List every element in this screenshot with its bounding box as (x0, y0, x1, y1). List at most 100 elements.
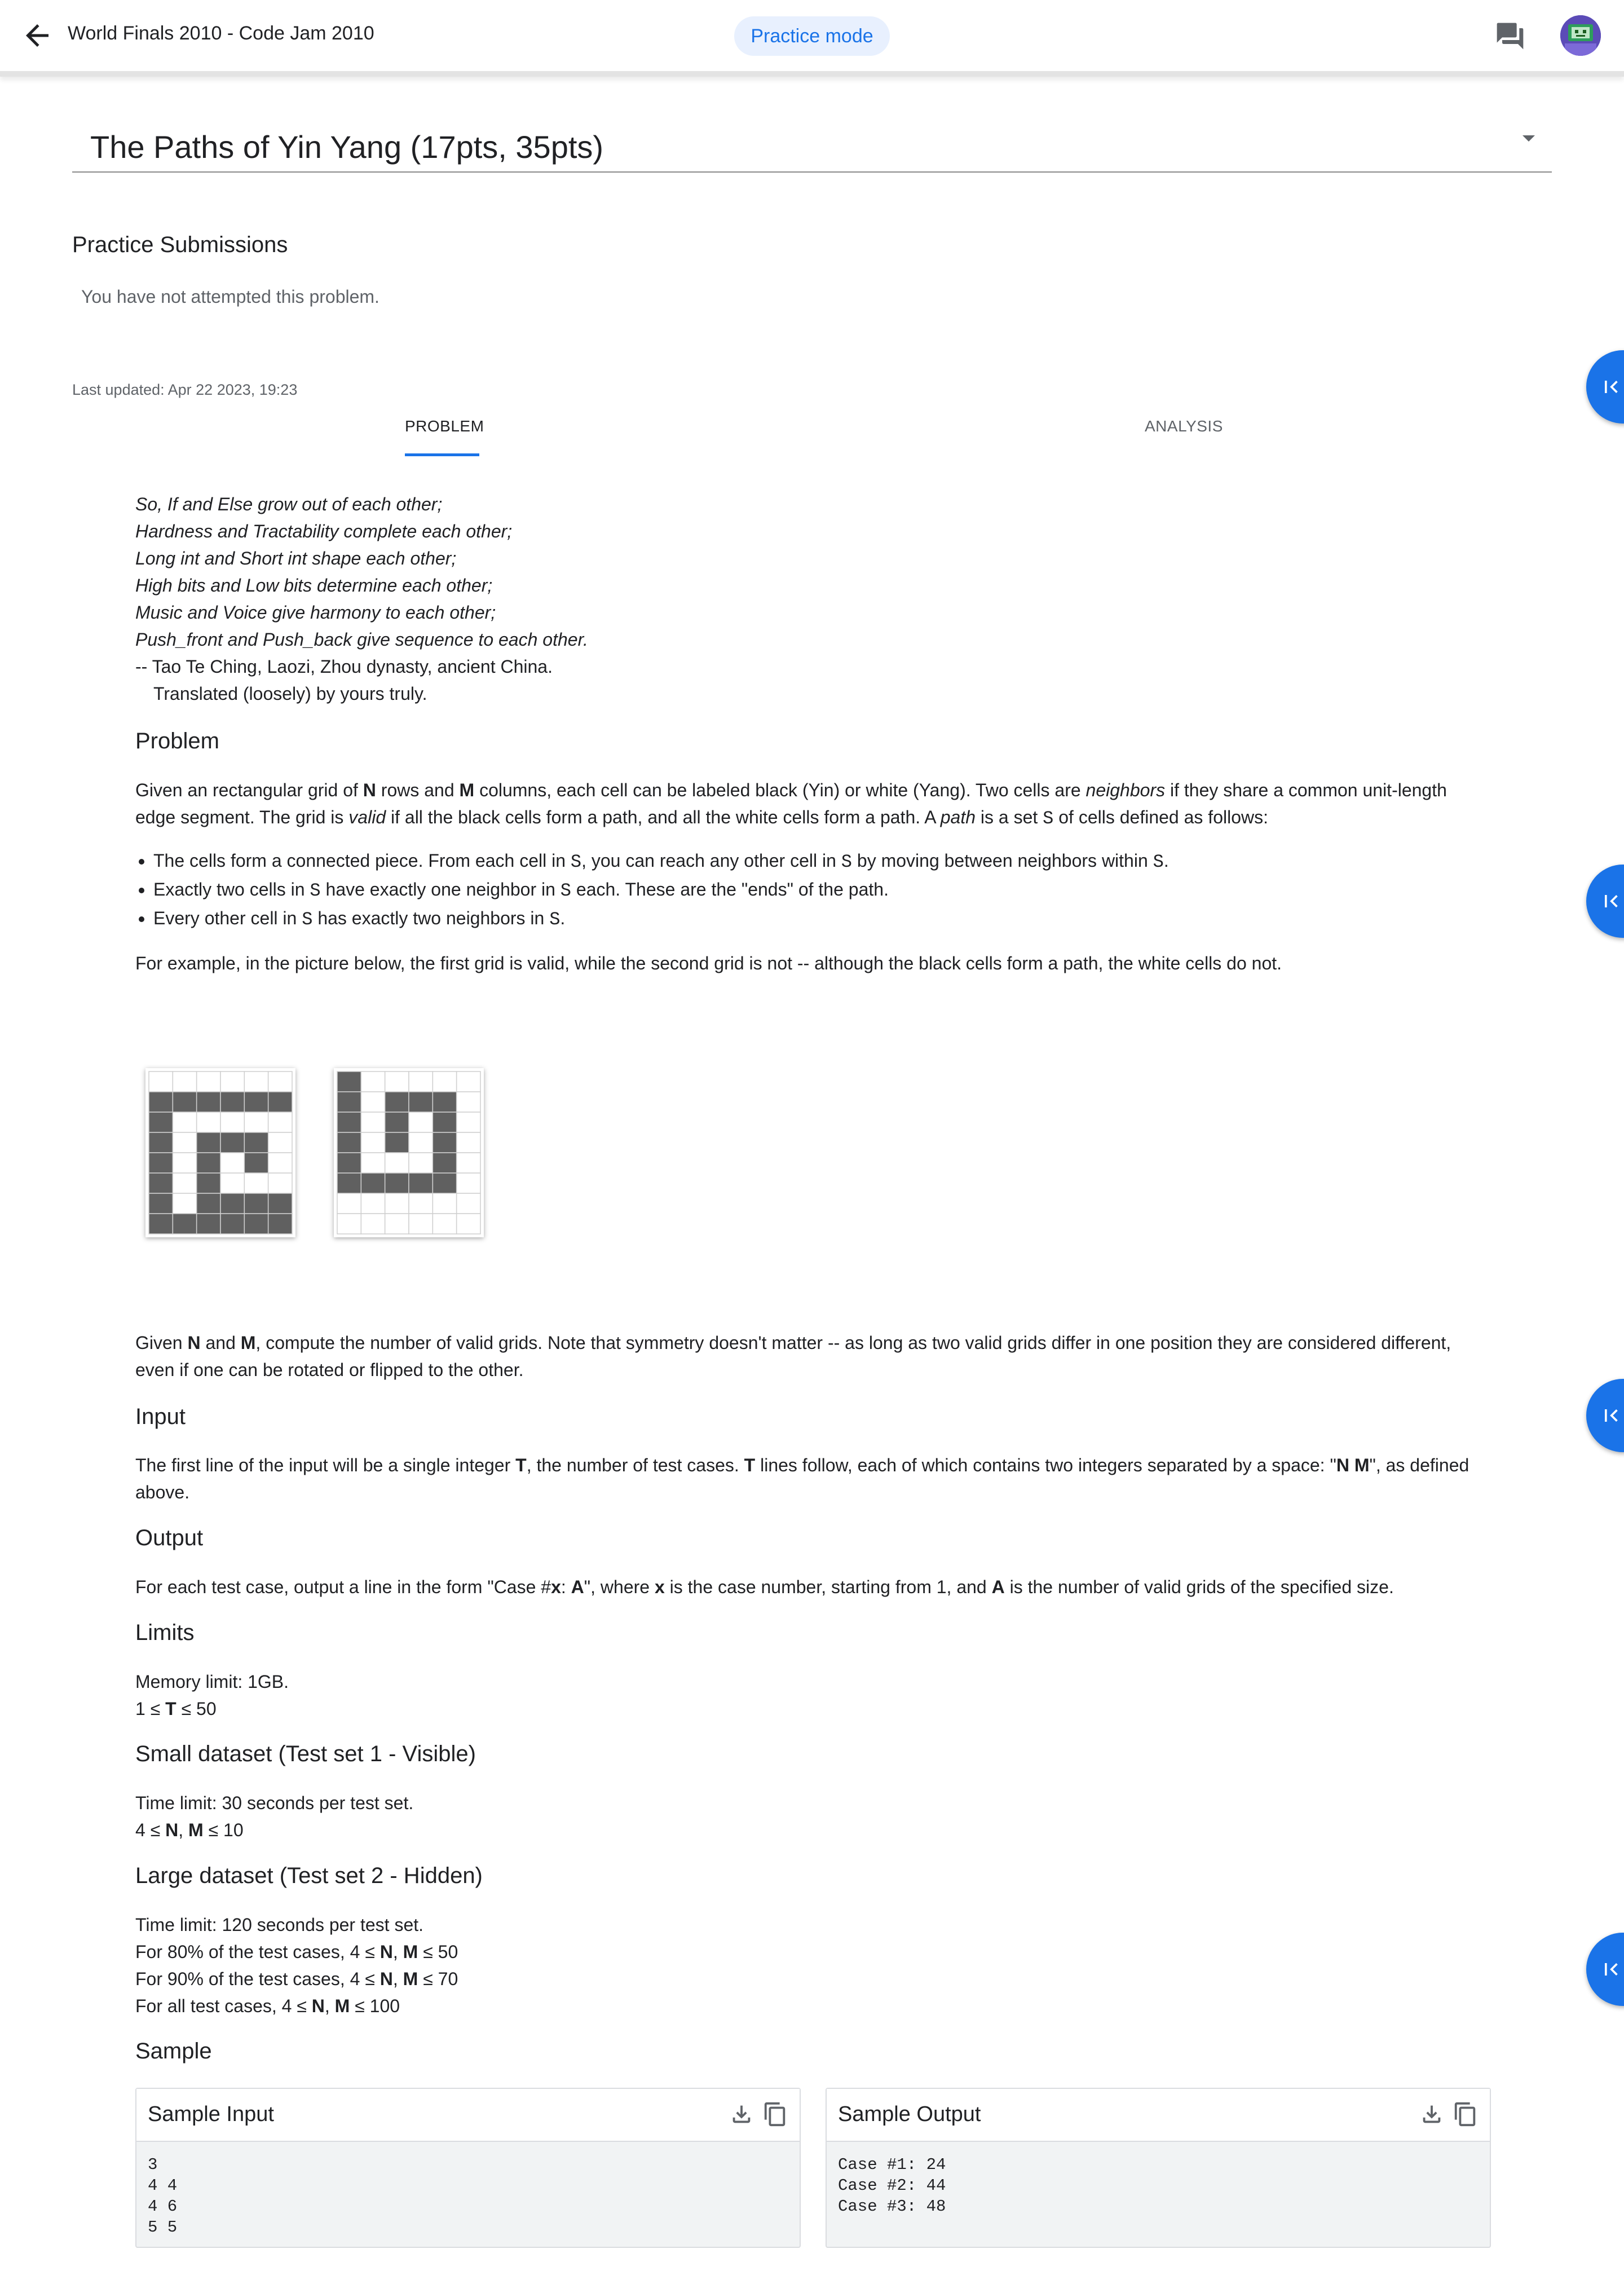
collapse-panel-button-1[interactable] (1586, 350, 1624, 424)
grid-cell-black (432, 1132, 457, 1153)
sample-input-actions (723, 2101, 788, 2130)
grid-cell-black (196, 1152, 221, 1174)
grid-cell-white (337, 1213, 362, 1234)
dropdown-caret-icon (1522, 135, 1535, 142)
chat-button[interactable] (1494, 20, 1526, 52)
active-tab-indicator (405, 453, 479, 456)
back-button[interactable] (20, 19, 54, 52)
copy-icon[interactable] (1453, 2101, 1479, 2127)
grid-cell-white (408, 1213, 434, 1234)
grid-cell-black (384, 1091, 409, 1113)
submissions-status: You have not attempted this problem. (81, 286, 379, 307)
epigraph-line: Long int and Short int shape each other; (135, 548, 457, 568)
grid-cell-black (220, 1193, 245, 1214)
sample-input-content[interactable]: 3 4 4 4 6 5 5 (148, 2154, 177, 2238)
practice-submissions-heading: Practice Submissions (72, 232, 288, 257)
list-item: The cells form a connected piece. From e… (153, 847, 1169, 876)
collapse-panel-button-2[interactable] (1586, 865, 1624, 938)
problem-select-value: The Paths of Yin Yang (17pts, 35pts) (90, 129, 604, 165)
grid-cell-black (196, 1213, 221, 1234)
output-heading: Output (135, 1525, 204, 1550)
grid-cell-black (360, 1172, 386, 1194)
grid-cell-white (172, 1172, 197, 1194)
grid-cell-white (384, 1152, 409, 1174)
grid-cell-white (384, 1071, 409, 1092)
epigraph: So, If and Else grow out of each other; … (135, 491, 588, 707)
grid-cell-black (432, 1172, 457, 1194)
grid-cell-black (172, 1091, 197, 1113)
sample-output-title: Sample Output (838, 2102, 981, 2126)
grid-cell-white (172, 1071, 197, 1092)
grid-cell-black (196, 1193, 221, 1214)
grid-cell-black (244, 1152, 269, 1174)
copy-icon[interactable] (762, 2101, 788, 2127)
input-text: The first line of the input will be a si… (135, 1455, 1469, 1502)
epigraph-attribution: -- Tao Te Ching, Laozi, Zhou dynasty, an… (135, 656, 553, 677)
practice-mode-chip[interactable]: Practice mode (734, 16, 890, 56)
sample-output-content[interactable]: Case #1: 24 Case #2: 44 Case #3: 48 (838, 2154, 946, 2217)
invalid-grid-figure (334, 1068, 484, 1237)
grid-cell-black (432, 1112, 457, 1133)
user-avatar[interactable] (1560, 15, 1601, 56)
grid-cell-black (148, 1112, 174, 1133)
grid-cell-black (148, 1152, 174, 1174)
grid-cell-white (456, 1172, 481, 1194)
grid-cell-white (267, 1152, 293, 1174)
collapse-panel-button-3[interactable] (1586, 1379, 1624, 1452)
grid-cell-white (360, 1193, 386, 1214)
grid-cell-black (432, 1152, 457, 1174)
grid-cell-black (267, 1091, 293, 1113)
tab-analysis[interactable]: ANALYSIS (1145, 417, 1223, 435)
grid-cell-black (148, 1172, 174, 1194)
download-icon[interactable] (729, 2101, 754, 2127)
grid-cell-black (267, 1193, 293, 1214)
small-dataset-text: Time limit: 30 seconds per test set. 4 ≤… (135, 1793, 414, 1840)
input-heading: Input (135, 1404, 186, 1429)
grid-cell-white (220, 1112, 245, 1133)
grid-cell-black (148, 1193, 174, 1214)
grid-cell-white (196, 1112, 221, 1133)
grid-cell-black (337, 1132, 362, 1153)
grid-cell-black (196, 1091, 221, 1113)
grid-cell-black (172, 1213, 197, 1234)
epigraph-translation: Translated (loosely) by yours truly. (153, 684, 427, 704)
download-icon[interactable] (1419, 2101, 1445, 2127)
tab-problem[interactable]: PROBLEM (405, 417, 484, 435)
sample-output-panel: Sample Output Case #1: 24 Case #2: 44 Ca… (826, 2088, 1491, 2248)
limits-heading: Limits (135, 1620, 195, 1645)
grid-cell-black (220, 1213, 245, 1234)
valid-grid-image (145, 1068, 295, 1237)
first-page-icon (1605, 895, 1618, 907)
grid-cell-white (360, 1152, 386, 1174)
grid-cell-white (244, 1112, 269, 1133)
grid-cell-white (432, 1213, 457, 1234)
problem-heading: Problem (135, 729, 219, 753)
grid-cell-white (456, 1071, 481, 1092)
grid-cell-black (244, 1193, 269, 1214)
path-definition-list: The cells form a connected piece. From e… (135, 847, 1169, 933)
grid-cell-white (172, 1112, 197, 1133)
sample-heading: Sample (135, 2039, 212, 2063)
grid-cell-white (360, 1112, 386, 1133)
grid-cell-white (196, 1071, 221, 1092)
grid-cell-black (384, 1172, 409, 1194)
arrow-back-icon (26, 24, 48, 47)
grid-cell-white (432, 1071, 457, 1092)
sample-output-header: Sample Output (827, 2089, 1490, 2142)
first-page-icon (1605, 1963, 1618, 1976)
grid-cell-black (337, 1172, 362, 1194)
sample-input-panel: Sample Input 3 4 4 4 6 5 5 (135, 2088, 801, 2248)
output-text: For each test case, output a line in the… (135, 1577, 1394, 1597)
grid-cell-white (360, 1213, 386, 1234)
collapse-panel-button-4[interactable] (1586, 1933, 1624, 2006)
grid-cell-white (408, 1071, 434, 1092)
problem-intro: Given an rectangular grid of N rows and … (135, 780, 1447, 829)
grid-cell-white (456, 1132, 481, 1153)
grid-cell-white (172, 1152, 197, 1174)
contest-title: World Finals 2010 - Code Jam 2010 (68, 23, 374, 44)
grid-cell-black (408, 1091, 434, 1113)
grid-cell-white (267, 1132, 293, 1153)
example-text: For example, in the picture below, the f… (135, 953, 1282, 973)
list-item: Exactly two cells in S have exactly one … (153, 876, 1169, 905)
problem-select[interactable]: The Paths of Yin Yang (17pts, 35pts) (72, 118, 1552, 173)
